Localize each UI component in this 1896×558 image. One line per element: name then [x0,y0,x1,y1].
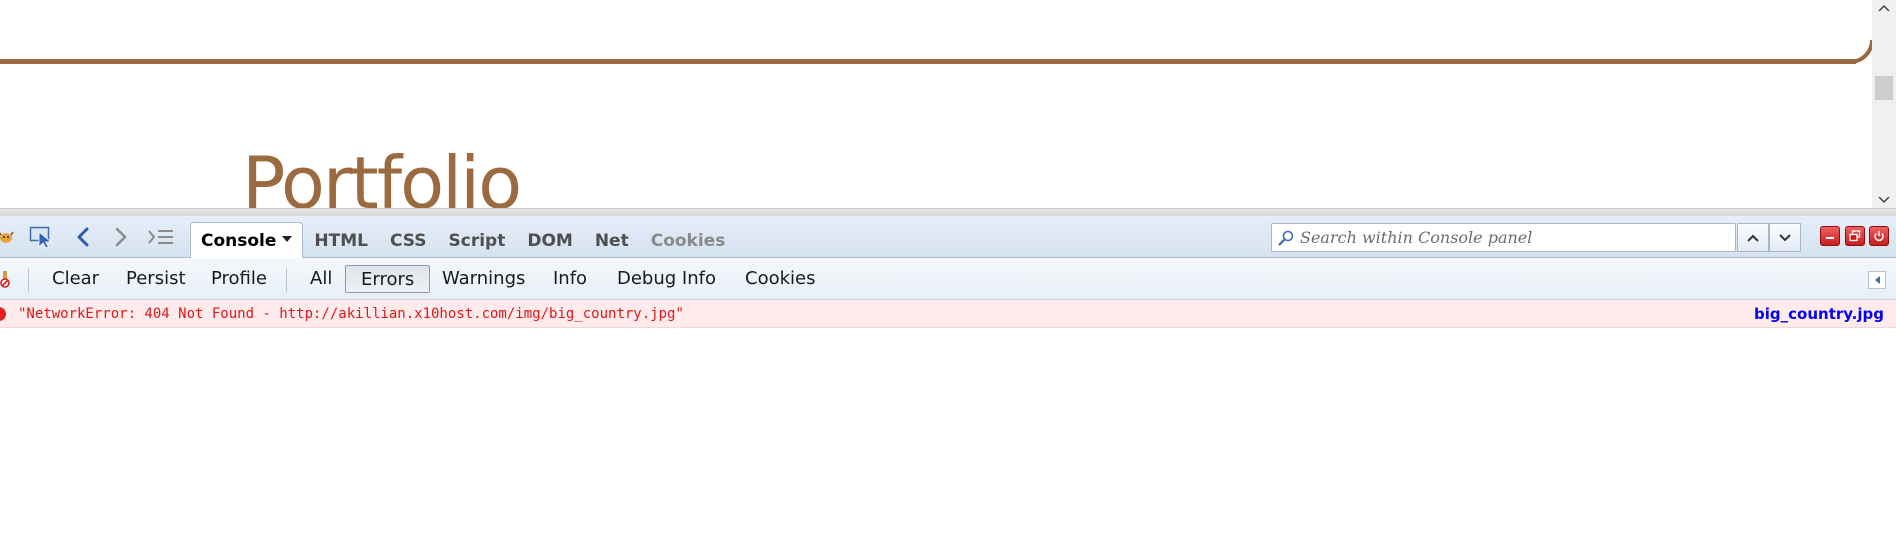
inspect-element-icon[interactable] [28,216,56,258]
filter-errors[interactable]: Errors [345,265,431,293]
chevron-down-icon [1779,233,1791,241]
tab-html[interactable]: HTML [303,224,379,258]
side-panel-toggle[interactable] [1868,271,1886,289]
detach-button[interactable] [1845,226,1865,246]
filter-warnings[interactable]: Warnings [434,265,533,293]
error-icon [0,307,6,321]
clear-console-icon[interactable] [0,270,12,288]
log-row-error[interactable]: "NetworkError: 404 Not Found - http://ak… [0,300,1896,328]
tab-script[interactable]: Script [438,224,517,258]
console-log: "NetworkError: 404 Not Found - http://ak… [0,300,1896,558]
firebug-toolbar: Console HTML CSS Script DOM Net Cookies [0,216,1896,258]
tab-dom[interactable]: DOM [516,224,583,258]
filter-all[interactable]: All [302,265,340,293]
detach-icon [1849,230,1861,242]
triangle-left-icon [1875,276,1880,284]
search-box [1271,223,1736,252]
firebug-icon[interactable] [0,216,16,258]
profile-button[interactable]: Profile [203,265,275,293]
page-heading: Portfolio [242,141,522,210]
tab-css[interactable]: CSS [379,224,438,258]
magnifier-icon [1272,230,1300,246]
tab-console[interactable]: Console [190,222,304,258]
tab-console-label: Console [201,231,277,251]
search-previous-button[interactable] [1737,223,1769,252]
minimize-icon [1826,237,1834,239]
header-divider [0,59,1856,64]
filter-info[interactable]: Info [545,265,595,293]
toolbar-separator [28,268,29,292]
search-next-button[interactable] [1769,223,1801,252]
devtools-splitter[interactable] [0,208,1896,216]
scroll-down-icon[interactable] [1872,192,1896,208]
toolbar-separator [286,268,287,292]
scroll-up-icon[interactable] [1872,0,1896,16]
close-button[interactable] [1869,226,1889,246]
tab-net[interactable]: Net [584,224,640,258]
header-divider-curve [1834,40,1874,64]
forward-arrow-icon[interactable] [108,216,134,258]
console-toolbar: Clear Persist Profile All Errors Warning… [0,258,1896,300]
filter-cookies[interactable]: Cookies [737,265,823,293]
persist-button[interactable]: Persist [118,265,194,293]
power-close-icon [1874,231,1884,242]
search-input[interactable] [1300,228,1720,247]
back-arrow-icon[interactable] [70,216,96,258]
scrollbar-thumb[interactable] [1875,76,1893,100]
tab-cookies[interactable]: Cookies [640,224,737,258]
filter-debug-info[interactable]: Debug Info [609,265,724,293]
log-message[interactable]: "NetworkError: 404 Not Found - http://ak… [18,306,684,322]
stack-icon[interactable] [146,216,176,258]
chevron-down-icon[interactable] [282,236,293,242]
page-viewport: Portfolio [0,0,1896,210]
log-source-link[interactable]: big_country.jpg [1754,305,1884,323]
page-scrollbar[interactable] [1872,0,1896,208]
chevron-up-icon [1747,234,1759,242]
clear-button[interactable]: Clear [44,265,107,293]
panel-tabs: Console HTML CSS Script DOM Net Cookies [190,216,736,258]
minimize-button[interactable] [1820,226,1840,246]
